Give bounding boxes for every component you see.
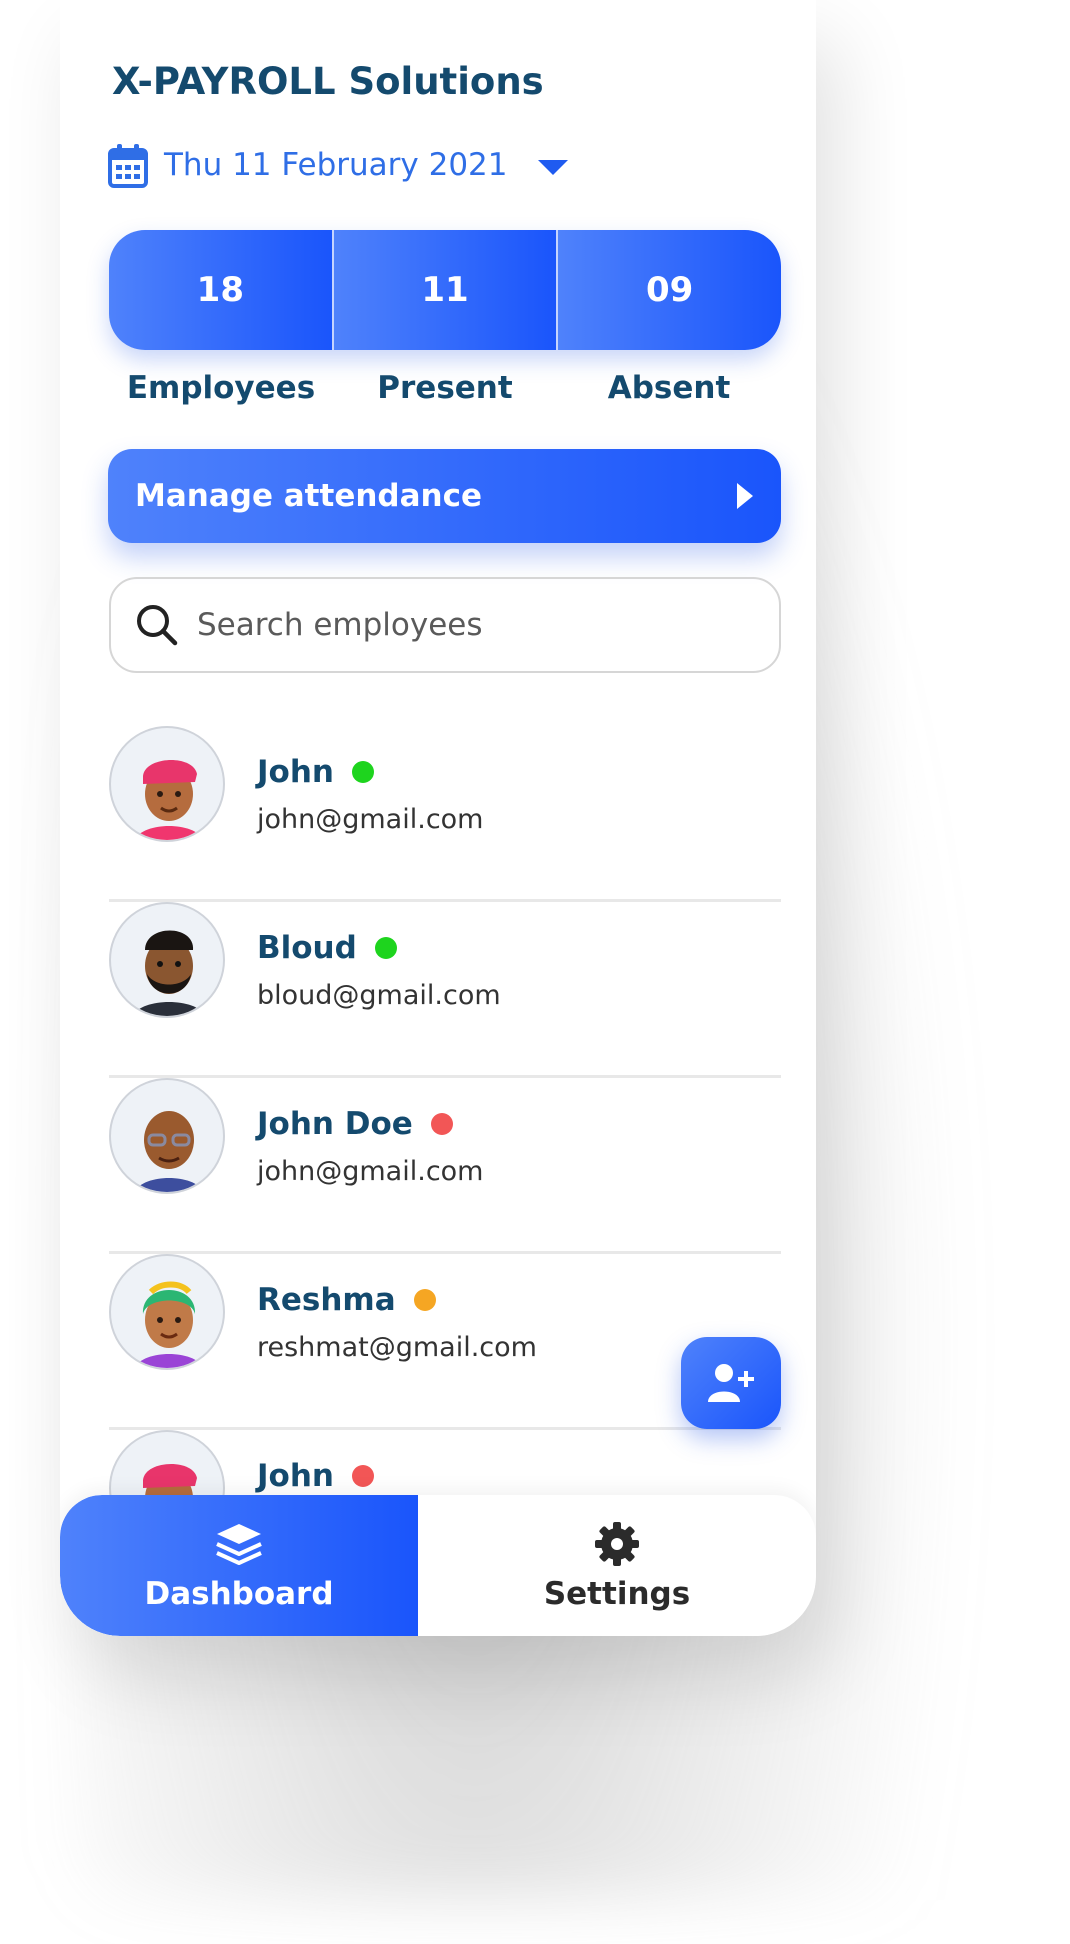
employee-list: John john@gmail.com Bloud bloud@gmail.co…: [109, 726, 781, 1606]
avatar: [109, 726, 225, 842]
search-icon: [137, 605, 178, 646]
tab-dashboard[interactable]: Dashboard: [60, 1495, 418, 1636]
employee-email: john@gmail.com: [257, 1156, 484, 1187]
add-employee-button[interactable]: [681, 1337, 781, 1429]
employee-name-text: John: [257, 1458, 334, 1494]
manage-attendance-button[interactable]: Manage attendance: [108, 449, 781, 543]
stat-absent-value: 09: [556, 230, 781, 350]
app-screen: X-PAYROLL Solutions Thu 11 February 2021…: [60, 0, 816, 1636]
stat-employees-label: Employees: [126, 370, 316, 406]
avatar: [109, 1078, 225, 1194]
list-item[interactable]: John Doe john@gmail.com: [109, 1078, 781, 1254]
add-user-icon: [708, 1364, 754, 1402]
employee-name: Reshma: [257, 1282, 436, 1318]
employee-name: John: [257, 754, 374, 790]
play-arrow-icon: [737, 483, 753, 509]
employee-name: John: [257, 1458, 374, 1494]
calendar-icon: [108, 144, 148, 188]
status-online-dot: [351, 761, 374, 783]
employee-email: john@gmail.com: [257, 804, 484, 835]
search-bar[interactable]: [109, 577, 781, 673]
employee-name: Bloud: [257, 930, 397, 966]
status-offline-dot: [430, 1113, 453, 1135]
gear-icon: [595, 1521, 639, 1566]
status-away-dot: [413, 1289, 436, 1311]
stat-labels: Employees Present Absent: [109, 370, 781, 406]
tab-settings-label: Settings: [543, 1575, 691, 1612]
avatar: [109, 902, 225, 1018]
chevron-down-icon[interactable]: [537, 159, 568, 175]
employee-name-text: John Doe: [257, 1106, 413, 1142]
list-item[interactable]: Bloud bloud@gmail.com: [109, 902, 781, 1078]
stat-employees-value: 18: [109, 230, 332, 350]
status-online-dot: [374, 937, 397, 959]
employee-name-text: Bloud: [257, 930, 357, 966]
tab-settings[interactable]: Settings: [418, 1495, 816, 1636]
employee-name-text: John: [257, 754, 334, 790]
employee-name: John Doe: [257, 1106, 453, 1142]
search-input[interactable]: [197, 607, 717, 643]
stat-present-value: 11: [331, 230, 557, 350]
employee-email: reshmat@gmail.com: [257, 1332, 537, 1363]
layers-icon: [216, 1523, 262, 1565]
status-offline-dot: [351, 1465, 374, 1487]
app-title: X-PAYROLL Solutions: [112, 60, 544, 103]
manage-attendance-label: Manage attendance: [135, 478, 482, 514]
employee-email: bloud@gmail.com: [257, 980, 501, 1011]
avatar: [109, 1254, 225, 1370]
date-selector[interactable]: Thu 11 February 2021: [108, 140, 568, 190]
date-label: Thu 11 February 2021: [164, 147, 508, 183]
employee-name-text: Reshma: [257, 1282, 396, 1318]
bottom-tab-bar: Dashboard Settings: [60, 1495, 816, 1636]
tab-dashboard-label: Dashboard: [144, 1575, 334, 1612]
attendance-stats: 18 11 09: [109, 230, 781, 350]
stat-present-label: Present: [377, 370, 513, 406]
stat-absent-label: Absent: [607, 370, 731, 406]
list-item[interactable]: John john@gmail.com: [109, 726, 781, 902]
